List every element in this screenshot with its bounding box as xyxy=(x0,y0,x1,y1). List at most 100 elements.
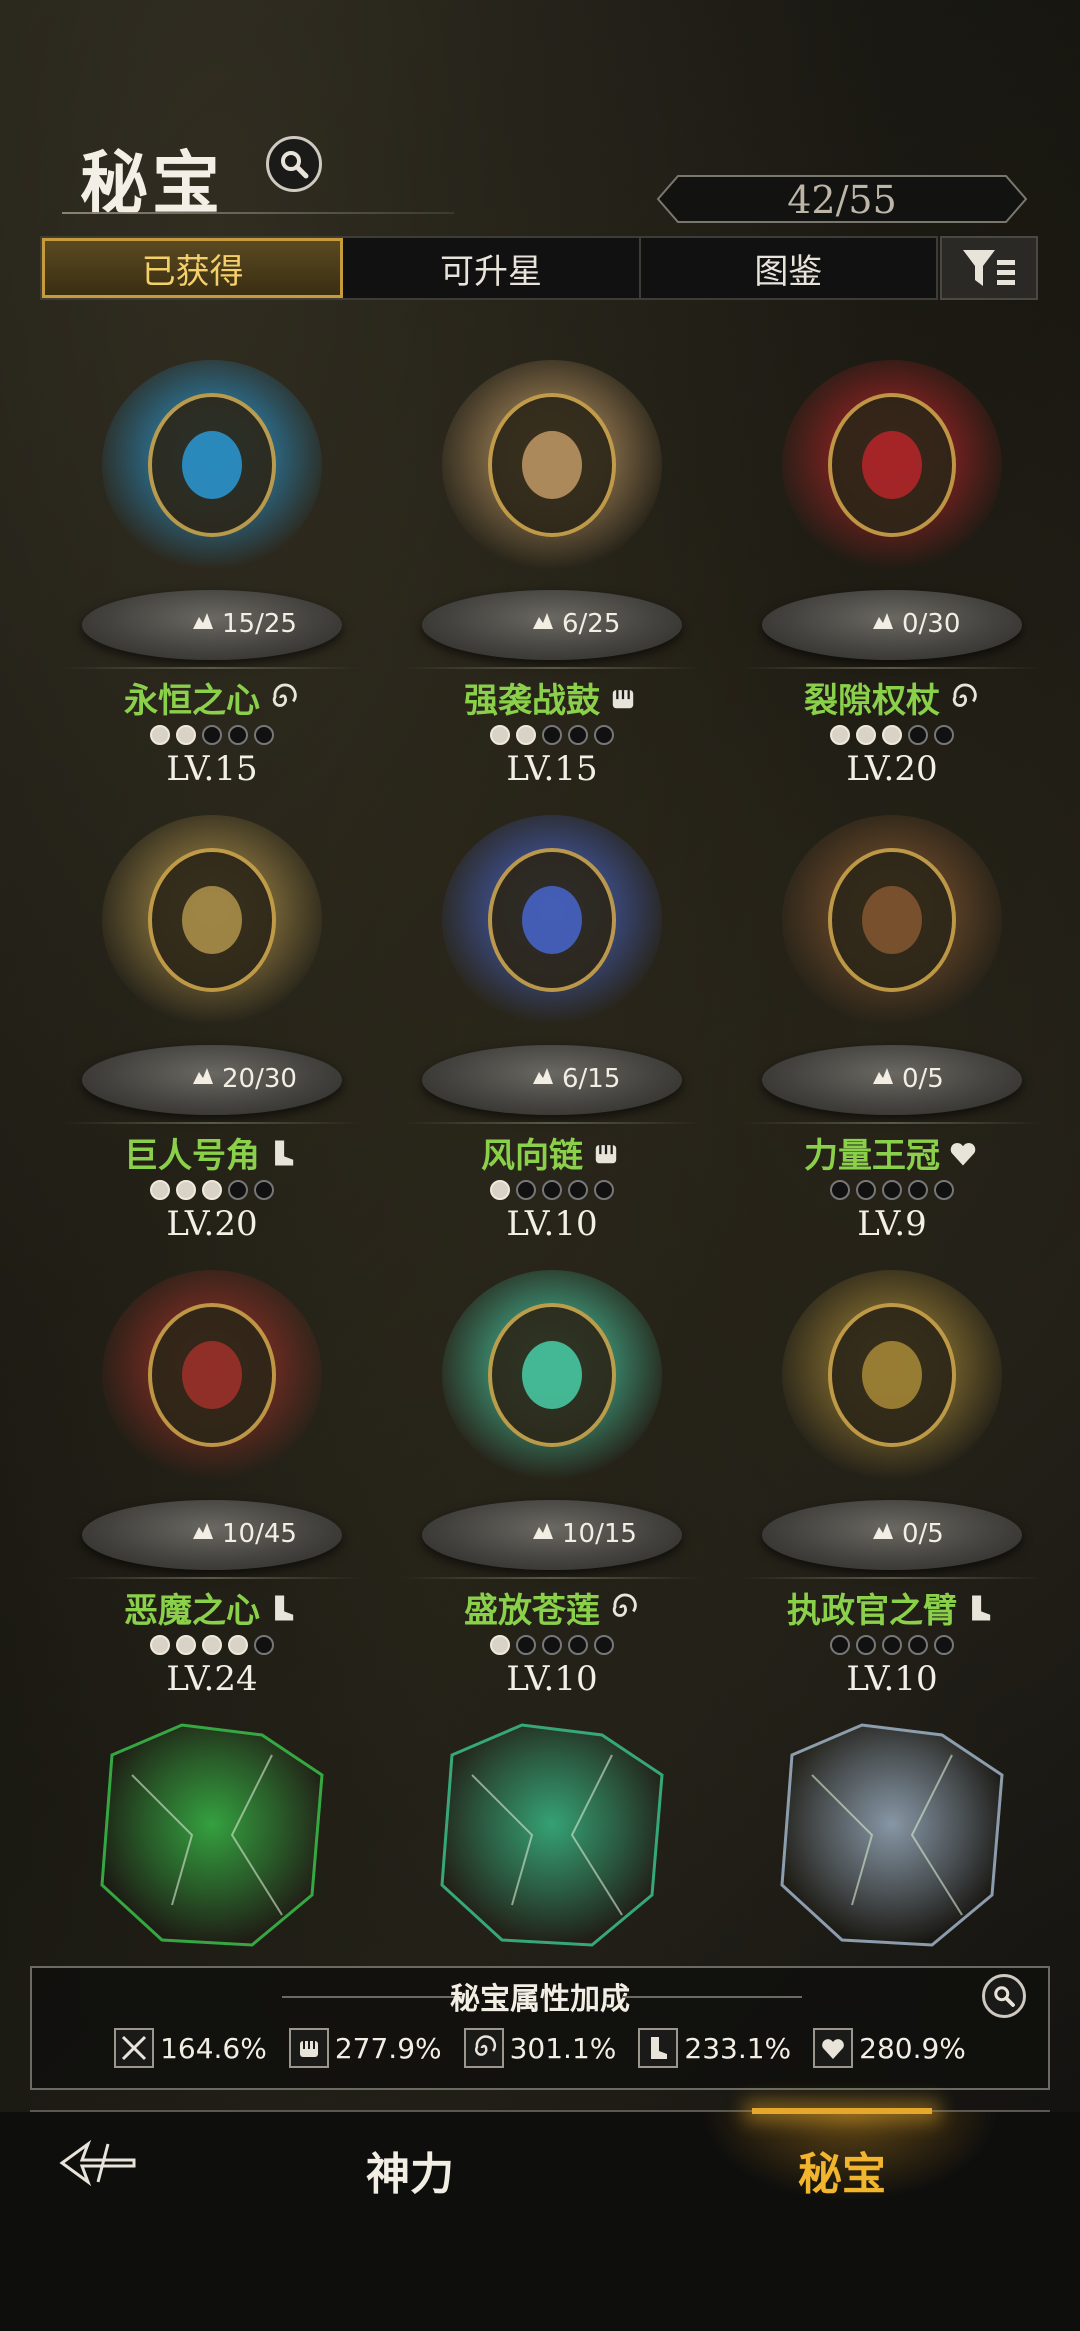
star-filled-icon xyxy=(882,725,902,745)
name-separator xyxy=(402,1577,702,1579)
treasure-level: LV.10 xyxy=(846,1659,938,1699)
treasure-name-text: 执政官之臂 xyxy=(787,1591,957,1631)
shard-value: 6/25 xyxy=(562,608,621,639)
star-empty-icon xyxy=(254,1180,274,1200)
treasure-name: 风向链 xyxy=(392,1128,712,1179)
search-button[interactable] xyxy=(266,136,322,192)
star-filled-icon xyxy=(202,1180,222,1200)
tab-upgradable[interactable]: 可升星 xyxy=(343,238,641,298)
fist-icon xyxy=(606,681,640,724)
treasure-card[interactable]: 0/5 力量王冠 LV.9 xyxy=(732,790,1052,1250)
star-empty-icon xyxy=(908,1180,928,1200)
filter-button[interactable] xyxy=(940,236,1038,300)
heart-icon xyxy=(946,1136,980,1179)
treasure-name-text: 强袭战鼓 xyxy=(464,681,600,721)
shard-value: 15/25 xyxy=(222,608,297,639)
boot-icon xyxy=(266,1591,300,1634)
star-empty-icon xyxy=(934,1180,954,1200)
tab-obtained[interactable]: 已获得 xyxy=(42,238,344,298)
name-separator xyxy=(62,1122,362,1124)
boot-icon xyxy=(266,1136,300,1179)
fist-icon xyxy=(288,2028,329,2068)
star-empty-icon xyxy=(568,725,588,745)
treasure-card[interactable]: 6/25 强袭战鼓 LV.15 xyxy=(392,335,712,795)
filter-icon xyxy=(963,250,1015,286)
star-empty-icon xyxy=(202,725,222,745)
name-separator xyxy=(742,1577,1042,1579)
treasure-card[interactable]: 0/5 执政官之臂 LV.10 xyxy=(732,1245,1052,1705)
star-rating xyxy=(52,1180,372,1200)
star-rating xyxy=(392,725,712,745)
treasure-artwork xyxy=(72,1695,352,1975)
star-filled-icon xyxy=(228,1635,248,1655)
nav-secret-treasure[interactable]: 秘宝 xyxy=(798,2138,886,2202)
shard-value: 10/15 xyxy=(562,1518,637,1549)
treasure-name: 巨人号角 xyxy=(52,1128,372,1179)
back-arrow-icon xyxy=(59,2139,136,2187)
star-empty-icon xyxy=(882,1635,902,1655)
treasure-level: LV.20 xyxy=(166,1204,258,1244)
treasure-artwork xyxy=(72,1245,352,1525)
bonus-detail-button[interactable] xyxy=(982,1974,1026,2018)
shard-value: 0/5 xyxy=(902,1063,944,1094)
tab-catalog[interactable]: 图鉴 xyxy=(641,238,936,298)
treasure-level: LV.10 xyxy=(506,1659,598,1699)
star-empty-icon xyxy=(934,1635,954,1655)
stat-speed: 233.1% xyxy=(638,2028,791,2068)
title-underline xyxy=(62,212,454,214)
treasure-name: 恶魔之心 xyxy=(52,1583,372,1634)
treasure-card[interactable]: 0/30 裂隙权杖 LV.20 xyxy=(732,335,1052,795)
star-empty-icon xyxy=(594,1180,614,1200)
treasure-card[interactable]: 10/15 盛放苍莲 LV.10 xyxy=(392,1245,712,1705)
shard-icon xyxy=(870,1062,896,1095)
search-icon xyxy=(281,151,309,179)
attribute-bonus-panel: 秘宝属性加成 164.6% 277.9% 301.1% 233.1% 280.9… xyxy=(30,1966,1050,2090)
treasure-artwork xyxy=(412,335,692,615)
collection-counter: 42/55 xyxy=(656,174,1028,224)
treasure-level: LV.20 xyxy=(846,749,938,789)
star-filled-icon xyxy=(176,1635,196,1655)
treasure-name: 盛放苍莲 xyxy=(392,1583,712,1634)
name-separator xyxy=(62,667,362,669)
star-filled-icon xyxy=(830,725,850,745)
treasure-level: LV.15 xyxy=(166,749,258,789)
name-separator xyxy=(62,1577,362,1579)
star-filled-icon xyxy=(516,725,536,745)
name-separator xyxy=(742,667,1042,669)
star-empty-icon xyxy=(568,1180,588,1200)
shard-icon xyxy=(190,1062,216,1095)
shard-count: 20/30 xyxy=(190,1062,297,1095)
star-rating xyxy=(52,1635,372,1655)
bonus-title: 秘宝属性加成 xyxy=(450,1982,630,2017)
back-button[interactable] xyxy=(58,2138,138,2188)
shard-count: 15/25 xyxy=(190,607,297,640)
treasure-name-text: 裂隙权杖 xyxy=(804,681,940,721)
stat-value: 164.6% xyxy=(160,2031,267,2065)
treasure-card[interactable]: 20/30 巨人号角 LV.20 xyxy=(52,790,372,1250)
boot-icon xyxy=(963,1591,997,1634)
treasure-card[interactable]: 15/25 永恒之心 LV.15 xyxy=(52,335,372,795)
treasure-name-text: 力量王冠 xyxy=(804,1136,940,1176)
star-empty-icon xyxy=(856,1180,876,1200)
bonus-stats: 164.6% 277.9% 301.1% 233.1% 280.9% xyxy=(32,2028,1048,2068)
star-empty-icon xyxy=(830,1635,850,1655)
star-rating xyxy=(392,1635,712,1655)
star-empty-icon xyxy=(934,725,954,745)
boot-icon xyxy=(638,2028,679,2068)
treasure-card[interactable]: 10/45 恶魔之心 LV.24 xyxy=(52,1245,372,1705)
star-filled-icon xyxy=(202,1635,222,1655)
nav-divine-power[interactable]: 神力 xyxy=(366,2138,454,2202)
stat-strength: 277.9% xyxy=(288,2028,442,2068)
treasure-artwork xyxy=(752,1695,1032,1975)
shard-icon xyxy=(530,607,556,640)
star-empty-icon xyxy=(594,725,614,745)
treasure-name: 裂隙权杖 xyxy=(732,673,1052,724)
star-empty-icon xyxy=(228,1180,248,1200)
nav-active-indicator xyxy=(752,2108,932,2114)
sword-icon xyxy=(114,2028,155,2068)
treasure-card[interactable]: 6/15 风向链 LV.10 xyxy=(392,790,712,1250)
treasure-artwork xyxy=(412,1695,692,1975)
counter-text: 42/55 xyxy=(787,178,897,222)
stat-magic: 301.1% xyxy=(463,2028,616,2068)
name-separator xyxy=(402,667,702,669)
